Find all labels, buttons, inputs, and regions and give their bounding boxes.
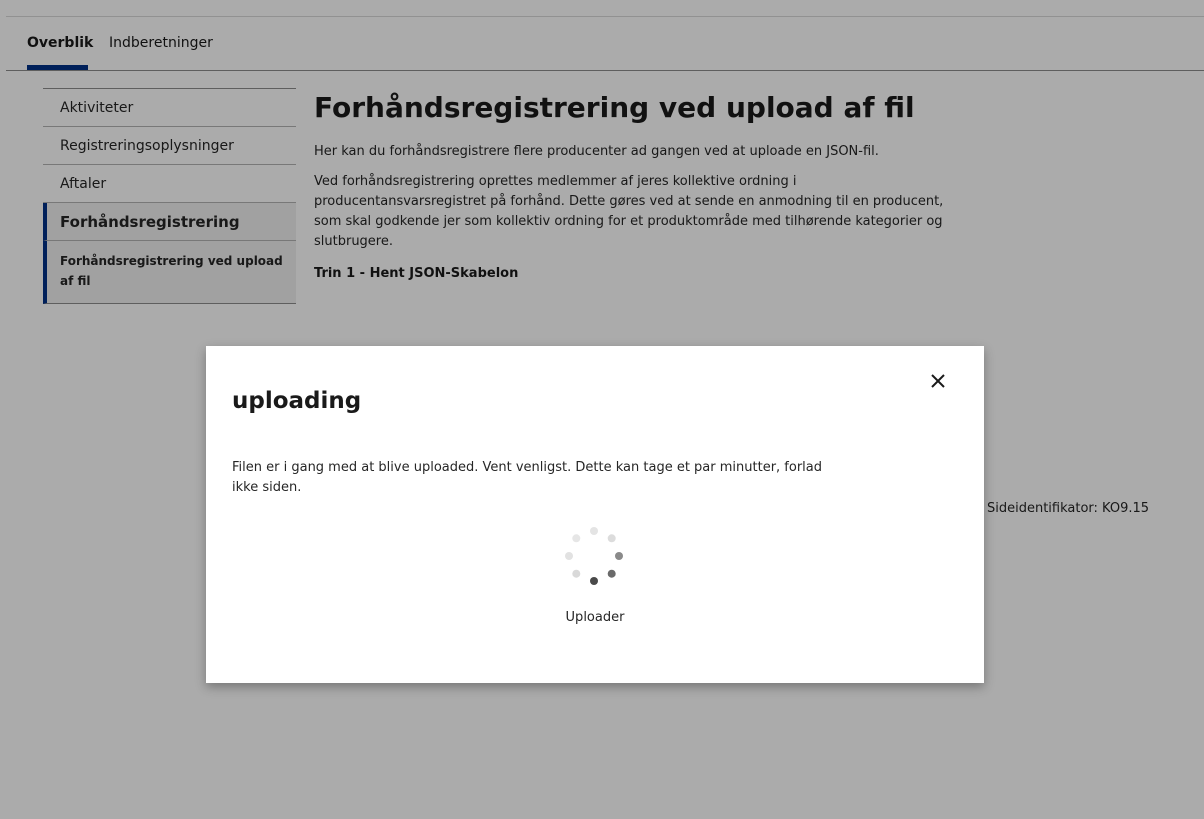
modal-message: Filen er i gang med at blive uploaded. V…	[232, 460, 823, 495]
close-icon[interactable]	[925, 368, 951, 394]
modal-title: uploading	[232, 388, 362, 414]
loading-spinner-icon	[565, 527, 623, 585]
upload-modal: uploading Filen er i gang med at blive u…	[206, 346, 984, 683]
spinner-label: Uploader	[565, 610, 625, 625]
